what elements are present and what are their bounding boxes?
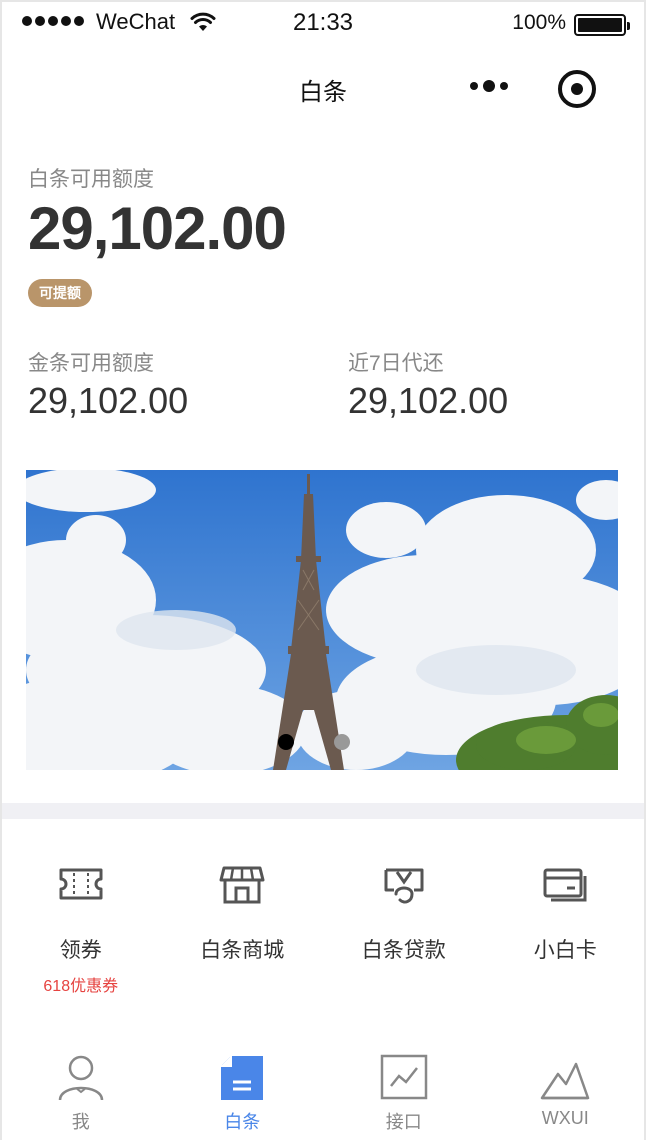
- tab-api[interactable]: 接口: [323, 1052, 485, 1140]
- user-icon: [58, 1055, 103, 1101]
- grid-label: 小白卡: [533, 939, 597, 962]
- repay-7day-label: 近7日代还: [348, 352, 444, 375]
- grid-item-card[interactable]: 小白卡: [485, 860, 646, 996]
- tab-wxui[interactable]: WXUI: [485, 1052, 646, 1140]
- more-icon[interactable]: [470, 80, 508, 92]
- carousel-indicator: [26, 734, 610, 750]
- credit-label: 白条可用额度: [28, 168, 154, 191]
- grid-label: 领券: [59, 939, 102, 962]
- grid-item-store[interactable]: 白条商城: [162, 860, 324, 996]
- tab-label: 白条: [224, 1112, 261, 1132]
- tab-label: 我: [71, 1112, 90, 1132]
- tab-baitiao[interactable]: 白条: [162, 1052, 324, 1140]
- status-bar: WeChat 21:33 100%: [0, 0, 646, 48]
- credit-amount: 29,102.00: [28, 195, 287, 262]
- close-miniprogram-icon[interactable]: [558, 70, 596, 108]
- gold-credit-label: 金条可用额度: [28, 352, 154, 375]
- gold-credit-amount: 29,102.00: [28, 380, 189, 421]
- grid-label: 白条商城: [200, 939, 285, 962]
- grid-item-loan[interactable]: 白条贷款: [323, 860, 485, 996]
- mountain-icon: [541, 1062, 590, 1100]
- card-icon: [543, 868, 587, 902]
- grid-label: 白条贷款: [361, 939, 446, 962]
- section-divider: [2, 803, 644, 819]
- page-title: 白条: [299, 79, 347, 106]
- ticket-icon: [59, 868, 103, 900]
- feature-grid: 领券 618优惠券 白条商城 白条贷款 小白卡: [0, 860, 646, 996]
- store-icon: [219, 866, 265, 904]
- tab-label: 接口: [385, 1112, 422, 1132]
- carousel-dot[interactable]: [334, 734, 350, 750]
- carousel-dot-active[interactable]: [278, 734, 294, 750]
- loan-icon: [384, 868, 424, 904]
- banner-carousel[interactable]: [26, 470, 618, 770]
- grid-item-coupon[interactable]: 领券 618优惠券: [0, 860, 162, 996]
- raise-limit-badge[interactable]: 可提额: [28, 279, 92, 307]
- battery-percent: 100%: [512, 11, 566, 34]
- document-icon: [221, 1056, 264, 1100]
- chart-icon: [380, 1054, 427, 1100]
- repay-7day-amount: 29,102.00: [348, 380, 509, 421]
- tab-bar: 我 白条 接口 WXUI: [0, 1052, 646, 1140]
- tab-label: WXUI: [541, 1108, 589, 1128]
- tab-me[interactable]: 我: [0, 1052, 162, 1140]
- nav-bar: 白条: [0, 48, 646, 132]
- battery-icon: [574, 14, 630, 36]
- eiffel-tower-image: [26, 470, 618, 770]
- coupon-promo-text: 618优惠券: [43, 978, 119, 995]
